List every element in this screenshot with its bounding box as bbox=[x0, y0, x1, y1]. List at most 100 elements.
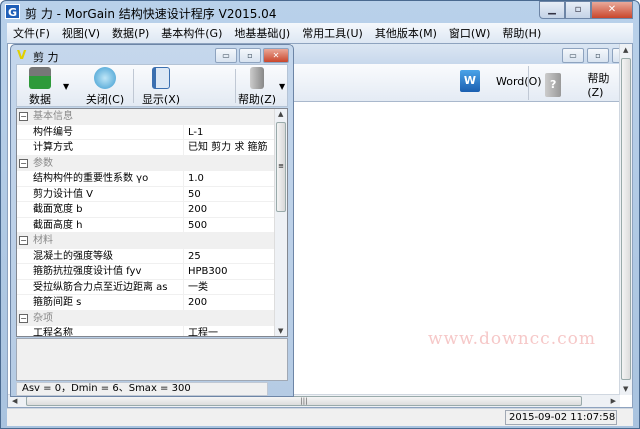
property-label: 混凝土的强度等级 bbox=[33, 250, 113, 262]
notebook-icon bbox=[152, 67, 170, 89]
property-label: 剪力设计值 V bbox=[33, 188, 94, 200]
property-row[interactable]: 计算方式 已知 剪力 求 箍筋 bbox=[17, 140, 287, 156]
child-window-icon: V bbox=[17, 48, 27, 62]
help-book-icon: ? bbox=[545, 72, 562, 97]
property-category[interactable]: − 杂项 bbox=[17, 310, 287, 326]
property-label: 箍筋间距 s bbox=[33, 297, 82, 308]
menu-item[interactable]: 地基基础(J) bbox=[228, 25, 296, 41]
property-row[interactable]: 截面高度 h 500 bbox=[17, 217, 287, 233]
category-label: 杂项 bbox=[33, 312, 53, 324]
menu-item[interactable]: 常用工具(U) bbox=[296, 25, 369, 41]
property-value[interactable]: 200 bbox=[183, 202, 287, 217]
help-label: 帮助(Z) bbox=[237, 93, 277, 106]
property-category[interactable]: − 基本信息 bbox=[17, 109, 287, 125]
property-value[interactable]: 已知 剪力 求 箍筋 bbox=[183, 140, 287, 155]
property-row[interactable]: 混凝土的强度等级 25 bbox=[17, 248, 287, 264]
menu-item[interactable]: 基本构件(G) bbox=[155, 25, 228, 41]
back-help-button[interactable]: ? 帮助(Z) bbox=[545, 70, 622, 99]
property-label: 截面宽度 b bbox=[33, 204, 83, 215]
property-grid: − 基本信息 构件编号 L-1 计算方式 已知 剪力 求 箍筋 − 参数 结构构件的重要性系数 … bbox=[16, 108, 288, 337]
app-logo-icon: G bbox=[5, 4, 20, 19]
category-label: 参数 bbox=[33, 157, 53, 169]
close-tool-button[interactable]: 关闭(C) bbox=[85, 67, 125, 107]
main-window: G 剪 力 - MorGain 结构快速设计程序 V2015.04 ▁ ▫ ✕ … bbox=[0, 0, 640, 429]
child-window-title: 剪 力 bbox=[33, 51, 59, 64]
show-button[interactable]: 显示(X) bbox=[141, 67, 181, 107]
maximize-button[interactable]: ▫ bbox=[565, 1, 591, 19]
collapse-icon[interactable]: − bbox=[19, 236, 28, 245]
menu-item[interactable]: 窗口(W) bbox=[443, 25, 496, 41]
child-minimize-button[interactable]: ▭ bbox=[215, 48, 237, 63]
property-row[interactable]: 截面宽度 b 200 bbox=[17, 202, 287, 218]
property-row[interactable]: 结构构件的重要性系数 γo 1.0 bbox=[17, 171, 287, 187]
mdi-area: ▭ ▫ W Word(O) ? 帮助(Z) www.downcc.com ▲ ▼… bbox=[7, 43, 633, 408]
help-book-icon bbox=[250, 67, 264, 89]
property-value[interactable]: 工程一 bbox=[183, 326, 287, 336]
word-icon: W bbox=[460, 70, 480, 92]
property-row[interactable]: 工程名称 工程一 bbox=[17, 326, 287, 336]
property-value[interactable]: 200 bbox=[183, 295, 287, 310]
collapse-icon[interactable]: − bbox=[19, 313, 28, 323]
data-dropdown-icon[interactable]: ▼ bbox=[63, 82, 69, 91]
property-value[interactable]: 500 bbox=[183, 217, 287, 232]
property-value[interactable]: 1.0 bbox=[183, 171, 287, 186]
menu-item[interactable]: 文件(F) bbox=[7, 25, 56, 41]
property-value[interactable]: HPB300 bbox=[183, 264, 287, 279]
property-value[interactable]: L-1 bbox=[183, 124, 287, 139]
background-window-title: ▭ ▫ bbox=[292, 44, 622, 64]
property-description-panel bbox=[16, 338, 288, 381]
property-row[interactable]: 构件编号 L-1 bbox=[17, 124, 287, 140]
child-close-button[interactable]: ✕ bbox=[263, 48, 289, 63]
help-dropdown-icon[interactable]: ▼ bbox=[279, 82, 285, 91]
property-value[interactable]: 50 bbox=[183, 186, 287, 201]
help-button[interactable]: 帮助(Z) bbox=[237, 67, 277, 107]
minimize-button[interactable]: ▁ bbox=[539, 1, 565, 19]
background-toolbar: W Word(O) ? 帮助(Z) bbox=[292, 64, 622, 102]
close-button[interactable]: ✕ bbox=[591, 1, 633, 19]
property-value[interactable]: 一类 bbox=[183, 279, 287, 294]
menu-item[interactable]: 帮助(H) bbox=[496, 25, 547, 41]
property-grid-scrollbar[interactable]: ▲ ≡ ▼ bbox=[274, 109, 287, 336]
back-help-label: 帮助(Z) bbox=[587, 72, 610, 99]
property-label: 箍筋抗拉强度设计值 fyv bbox=[33, 266, 142, 277]
window-title: 剪 力 - MorGain 结构快速设计程序 V2015.04 bbox=[25, 7, 277, 21]
word-label: Word(O) bbox=[496, 74, 542, 88]
property-value[interactable]: 25 bbox=[183, 248, 287, 263]
menu-item[interactable]: 数据(P) bbox=[106, 25, 155, 41]
collapse-icon[interactable]: − bbox=[19, 112, 28, 121]
property-category[interactable]: − 材料 bbox=[17, 233, 287, 249]
menu-bar: 文件(F) 视图(V) 数据(P) 基本构件(G) 地基基础(J) 常用工具(U) 其他版本… bbox=[7, 23, 633, 43]
menu-item[interactable]: 视图(V) bbox=[56, 25, 106, 41]
data-label: 数据 bbox=[29, 93, 51, 106]
child-toolbar: 数据 ▼ 关闭(C) 显示(X) 帮助(Z) ▼ bbox=[16, 64, 288, 107]
property-row[interactable]: 剪力设计值 V 50 bbox=[17, 186, 287, 202]
property-row[interactable]: 受拉纵筋合力点至近边距离 as 一类 bbox=[17, 279, 287, 295]
property-label: 结构构件的重要性系数 γo bbox=[33, 173, 149, 184]
title-bar: G 剪 力 - MorGain 结构快速设计程序 V2015.04 ▁ ▫ ✕ bbox=[1, 1, 639, 23]
property-row[interactable]: 箍筋间距 s 200 bbox=[17, 295, 287, 311]
property-row[interactable]: 箍筋抗拉强度设计值 fyv HPB300 bbox=[17, 264, 287, 280]
shear-child-window: V 剪 力 ▭ ▫ ✕ 数据 ▼ 关闭(C) 显示(X) 帮助(Z) ▼ − 基… bbox=[10, 44, 294, 397]
close-globe-icon bbox=[94, 67, 116, 89]
child-maximize-button[interactable]: ▫ bbox=[239, 48, 261, 63]
watermark: www.downcc.com bbox=[428, 329, 596, 349]
database-icon bbox=[29, 67, 51, 89]
status-bar: 2015-09-02 11:07:58 bbox=[7, 408, 633, 426]
property-category[interactable]: − 参数 bbox=[17, 155, 287, 171]
property-label: 受拉纵筋合力点至近边距离 as bbox=[33, 281, 168, 293]
category-label: 基本信息 bbox=[33, 111, 73, 122]
collapse-icon[interactable]: − bbox=[19, 158, 28, 168]
close-label: 关闭(C) bbox=[85, 93, 125, 106]
category-label: 材料 bbox=[33, 235, 53, 246]
mdi-vertical-scrollbar[interactable]: ▲ ▼ bbox=[619, 44, 632, 395]
status-datetime: 2015-09-02 11:07:58 bbox=[505, 410, 617, 425]
data-button[interactable]: 数据 bbox=[23, 67, 57, 107]
word-button[interactable]: W Word(O) bbox=[460, 70, 542, 92]
show-label: 显示(X) bbox=[141, 93, 181, 106]
property-label: 计算方式 bbox=[33, 142, 73, 153]
child-maximize-button[interactable]: ▫ bbox=[587, 48, 609, 63]
result-status: Asv = 0，Dmin = 6、Smax = 300 bbox=[16, 382, 268, 396]
menu-item[interactable]: 其他版本(M) bbox=[369, 25, 443, 41]
child-title-bar: V 剪 力 ▭ ▫ ✕ bbox=[11, 45, 293, 65]
child-minimize-button[interactable]: ▭ bbox=[562, 48, 584, 63]
